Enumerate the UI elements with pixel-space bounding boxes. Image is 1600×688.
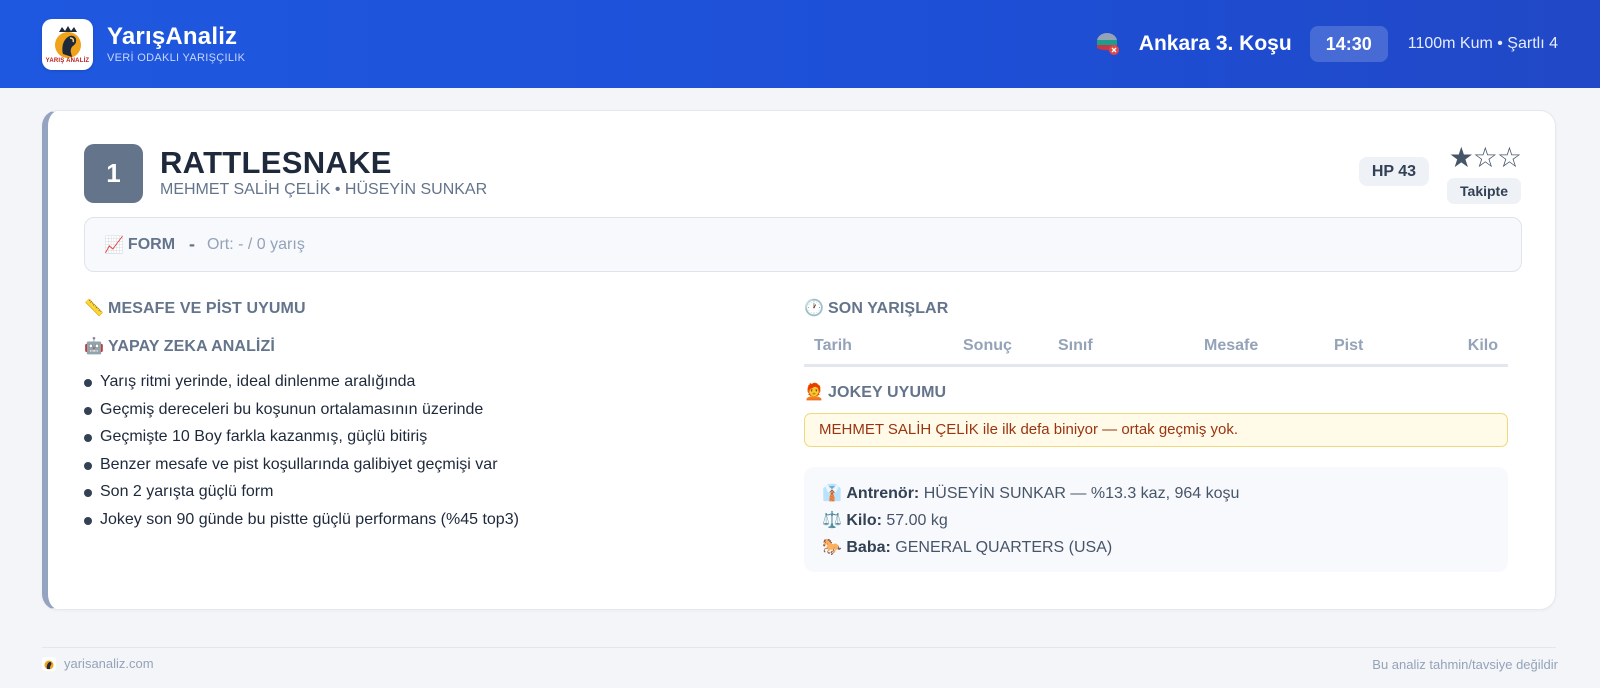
form-average: Ort: - / 0 yarış — [207, 235, 305, 253]
trainer-label: Antrenör: — [846, 485, 920, 502]
section-recent-label: SON YARIŞLAR — [828, 300, 949, 317]
column-header[interactable]: Mesafe — [1204, 337, 1258, 355]
mini-logo-icon — [42, 656, 56, 671]
necktie-icon: 👔 — [822, 485, 842, 502]
trainer-row: 👔 Antrenör: HÜSEYİN SUNKAR — %13.3 kaz, … — [822, 480, 1490, 507]
section-ai-label: YAPAY ZEKA ANALİZİ — [108, 338, 275, 355]
brand-subtitle: VERİ ODAKLI YARIŞÇILIK — [107, 52, 246, 64]
footer-divider — [42, 647, 1556, 648]
race-name: Ankara 3. Koşu — [1138, 32, 1292, 55]
section-ai-title: 🤖 YAPAY ZEKA ANALİZİ — [84, 336, 275, 356]
section-jockey-label: JOKEY UYUMU — [828, 384, 947, 401]
horse-jockey-trainer: MEHMET SALİH ÇELİK • HÜSEYİN SUNKAR — [160, 181, 488, 198]
rating-stars[interactable]: ★☆☆ — [1449, 141, 1522, 174]
list-item: Geçmişte 10 Boy farkla kazanmış, güçlü b… — [84, 423, 519, 451]
horse-card: 1 RATTLESNAKE MEHMET SALİH ÇELİK • HÜSEY… — [42, 110, 1556, 610]
horse-icon: 🐎 — [822, 539, 842, 556]
site-link[interactable]: yarisanaliz.com — [64, 656, 154, 671]
robot-icon: 🤖 — [84, 338, 105, 355]
race-info: Ankara 3. Koşu 14:30 1100m Kum • Şartlı … — [1095, 26, 1558, 62]
list-item: Benzer mesafe ve pist koşullarında galib… — [84, 451, 519, 479]
list-item: Geçmiş dereceleri bu koşunun ortalamasın… — [84, 396, 519, 424]
jockey-cap-icon — [1096, 33, 1119, 55]
ruler-icon: 📏 — [84, 300, 105, 317]
jockey-icon: 🧑‍🦰 — [804, 384, 825, 401]
form-value: - — [189, 234, 196, 254]
race-time-badge: 14:30 — [1309, 26, 1388, 62]
recent-races-table-header: Tarih Sonuç Sınıf Mesafe Pist Kilo — [804, 333, 1508, 367]
column-header[interactable]: Tarih — [814, 337, 852, 355]
list-item: Son 2 yarışta güçlü form — [84, 478, 519, 506]
form-label: FORM — [127, 235, 176, 253]
trainer-value: HÜSEYİN SUNKAR — %13.3 kaz, 964 koşu — [923, 485, 1240, 502]
footer-disclaimer: Bu analiz tahmin/tavsiye değildir — [1372, 657, 1558, 672]
brand-name[interactable]: YarışAnaliz — [107, 24, 245, 50]
top-header: YARIŞ ANALİZ YarışAnaliz VERİ ODAKLI YAR… — [0, 0, 1600, 88]
column-header[interactable]: Kilo — [1468, 337, 1498, 355]
section-jockey-title: 🧑‍🦰 JOKEY UYUMU — [804, 382, 946, 402]
follow-button[interactable]: Takipte — [1447, 178, 1521, 204]
list-item: Yarış ritmi yerinde, ideal dinlenme aral… — [84, 368, 519, 396]
jockey-warning: MEHMET SALİH ÇELİK ile ilk defa biniyor … — [804, 413, 1508, 447]
logo-text: YARIŞ ANALİZ — [45, 58, 90, 64]
section-recent-title: 🕐 SON YARIŞLAR — [804, 298, 948, 318]
section-distance-title: 📏 MESAFE VE PİST UYUMU — [84, 298, 306, 318]
horse-number-badge: 1 — [84, 144, 143, 203]
chart-up-icon: 📈 — [104, 236, 124, 254]
column-header[interactable]: Pist — [1334, 337, 1363, 355]
footer-site: yarisanaliz.com — [42, 656, 154, 671]
horse-head-logo-icon — [54, 26, 81, 58]
race-meta: 1100m Kum • Şartlı 4 — [1407, 35, 1558, 52]
sire-value: GENERAL QUARTERS (USA) — [895, 539, 1113, 556]
brand-logo[interactable]: YARIŞ ANALİZ — [42, 18, 93, 70]
column-header[interactable]: Sınıf — [1058, 337, 1093, 355]
sire-row: 🐎 Baba: GENERAL QUARTERS (USA) — [822, 534, 1490, 561]
ai-analysis-list: Yarış ritmi yerinde, ideal dinlenme aral… — [84, 368, 519, 534]
list-item: Jokey son 90 günde bu pistte güçlü perfo… — [84, 506, 519, 534]
clock-icon: 🕐 — [804, 300, 825, 317]
section-distance-label: MESAFE VE PİST UYUMU — [108, 300, 306, 317]
weight-value: 57.00 kg — [886, 512, 948, 529]
hp-badge: HP 43 — [1358, 157, 1429, 186]
weight-label: Kilo: — [846, 512, 882, 529]
weight-row: ⚖️ Kilo: 57.00 kg — [822, 507, 1490, 534]
horse-name[interactable]: RATTLESNAKE — [160, 145, 392, 181]
form-summary: 📈 FORM - Ort: - / 0 yarış — [84, 217, 1522, 272]
horse-details: 👔 Antrenör: HÜSEYİN SUNKAR — %13.3 kaz, … — [804, 467, 1508, 572]
sire-label: Baba: — [846, 539, 891, 556]
column-header[interactable]: Sonuç — [963, 337, 1012, 355]
scale-icon: ⚖️ — [822, 512, 842, 529]
